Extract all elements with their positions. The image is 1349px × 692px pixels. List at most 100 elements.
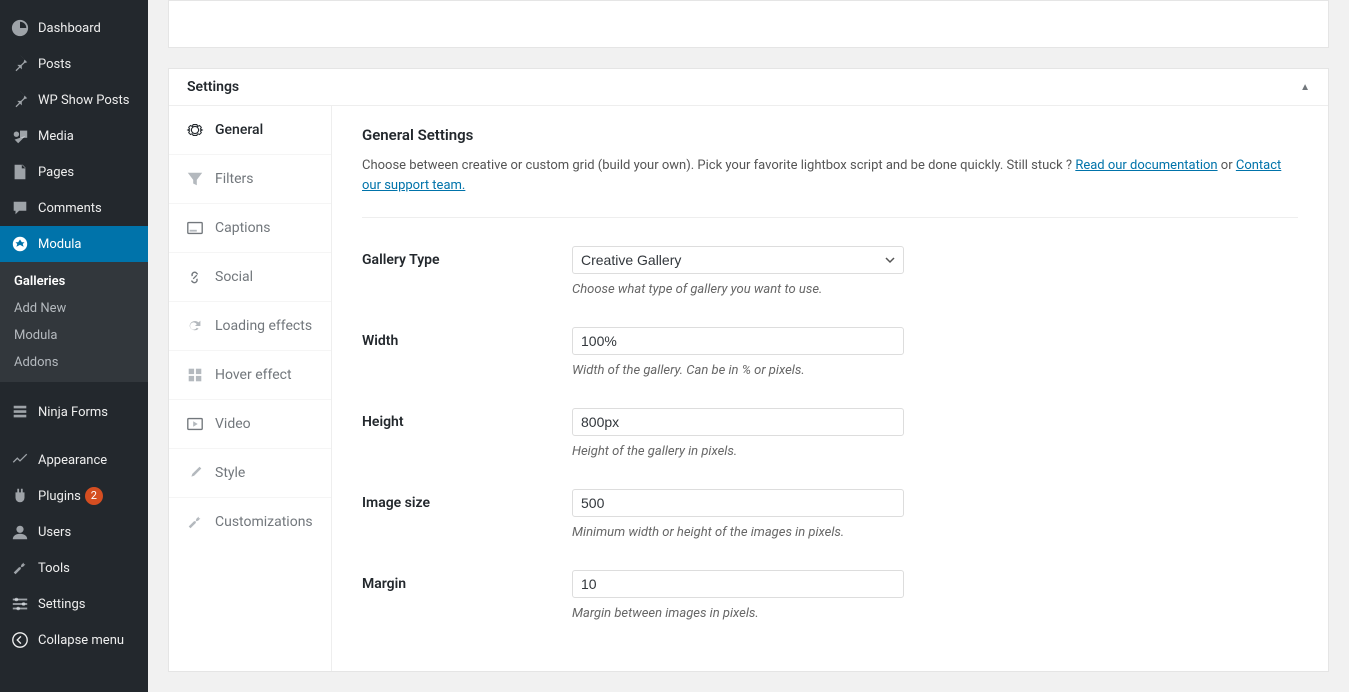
tab-label: Style [215,465,245,481]
link-icon [185,267,205,287]
sidebar-item-label: Settings [38,597,85,612]
settings-panel: Settings ▲ General Filters Captions [168,68,1329,672]
admin-sidebar: Dashboard Posts WP Show Posts Media Page… [0,0,148,692]
tab-label: General [215,122,263,138]
tab-filters[interactable]: Filters [169,155,331,204]
sidebar-item-comments[interactable]: Comments [0,190,148,226]
sidebar-item-label: Dashboard [38,21,101,36]
sidebar-item-media[interactable]: Media [0,118,148,154]
tab-label: Hover effect [215,367,292,383]
tab-captions[interactable]: Captions [169,204,331,253]
sidebar-subitem-add-new[interactable]: Add New [0,295,148,322]
height-hint: Height of the gallery in pixels. [572,444,1052,459]
caption-icon [185,218,205,238]
tab-loading-effects[interactable]: Loading effects [169,302,331,351]
sidebar-item-settings[interactable]: Settings [0,586,148,622]
refresh-icon [185,316,205,336]
sidebar-item-tools[interactable]: Tools [0,550,148,586]
sidebar-subitem-galleries[interactable]: Galleries [0,268,148,295]
plugins-update-badge: 2 [85,487,103,505]
sidebar-item-collapse[interactable]: Collapse menu [0,622,148,658]
sidebar-item-wp-show-posts[interactable]: WP Show Posts [0,82,148,118]
tab-label: Captions [215,220,271,236]
user-icon [10,522,30,542]
tab-social[interactable]: Social [169,253,331,302]
tools-icon [10,558,30,578]
margin-hint: Margin between images in pixels. [572,606,1052,621]
media-icon [10,126,30,146]
modula-icon [10,234,30,254]
height-input[interactable] [572,408,904,436]
panel-toggle-icon[interactable]: ▲ [1300,82,1310,93]
sidebar-item-appearance[interactable]: Appearance [0,442,148,478]
collapse-icon [10,630,30,650]
dashboard-icon [10,18,30,38]
tab-label: Customizations [215,514,313,530]
gallery-type-select[interactable]: Creative Gallery [572,246,904,274]
tab-label: Video [215,416,251,432]
image-size-label: Image size [362,489,572,540]
gear-icon [185,120,205,140]
form-area: General Settings Choose between creative… [332,106,1328,671]
panel-body: General Filters Captions Social [169,106,1328,671]
appearance-icon [10,450,30,470]
row-gallery-type: Gallery Type Creative Gallery Choose wha… [362,246,1298,297]
sidebar-item-label: Plugins [38,489,81,504]
comment-icon [10,198,30,218]
sidebar-item-label: Ninja Forms [38,405,108,420]
sidebar-subitem-addons[interactable]: Addons [0,349,148,376]
height-label: Height [362,408,572,459]
width-input[interactable] [572,327,904,355]
form-description: Choose between creative or custom grid (… [362,156,1298,195]
plugin-icon [10,486,30,506]
sidebar-subitem-modula[interactable]: Modula [0,322,148,349]
sidebar-item-pages[interactable]: Pages [0,154,148,190]
upper-panel-placeholder [168,0,1329,48]
image-size-input[interactable] [572,489,904,517]
read-docs-link[interactable]: Read our documentation [1075,158,1217,173]
image-size-hint: Minimum width or height of the images in… [572,525,1052,540]
panel-header[interactable]: Settings ▲ [169,69,1328,106]
sidebar-item-modula[interactable]: Modula [0,226,148,262]
form-icon [10,402,30,422]
tab-general[interactable]: General [169,106,331,155]
sidebar-item-label: Collapse menu [38,633,124,648]
sidebar-item-label: Appearance [38,453,107,468]
tab-video[interactable]: Video [169,400,331,449]
brush-icon [185,463,205,483]
sidebar-item-label: Media [38,129,74,144]
section-divider [362,217,1298,218]
pin-icon [10,54,30,74]
sidebar-item-users[interactable]: Users [0,514,148,550]
margin-input[interactable] [572,570,904,598]
play-icon [185,414,205,434]
sidebar-submenu: Galleries Add New Modula Addons [0,262,148,382]
gallery-type-label: Gallery Type [362,246,572,297]
page-icon [10,162,30,182]
settings-tabs: General Filters Captions Social [169,106,332,671]
sidebar-item-label: Tools [38,561,70,576]
tab-style[interactable]: Style [169,449,331,498]
sidebar-item-label: Users [38,525,71,540]
sidebar-item-ninja-forms[interactable]: Ninja Forms [0,394,148,430]
sidebar-item-posts[interactable]: Posts [0,46,148,82]
sidebar-item-plugins[interactable]: Plugins 2 [0,478,148,514]
tab-customizations[interactable]: Customizations [169,498,331,546]
pin-icon [10,90,30,110]
main-content: Settings ▲ General Filters Captions [148,0,1349,692]
width-label: Width [362,327,572,378]
sidebar-item-label: WP Show Posts [38,93,129,108]
gallery-type-hint: Choose what type of gallery you want to … [572,282,1052,297]
settings-icon [10,594,30,614]
sidebar-item-label: Pages [38,165,74,180]
sidebar-item-dashboard[interactable]: Dashboard [0,10,148,46]
tab-hover-effect[interactable]: Hover effect [169,351,331,400]
tab-label: Loading effects [215,318,312,334]
grid-icon [185,365,205,385]
row-margin: Margin Margin between images in pixels. [362,570,1298,621]
width-hint: Width of the gallery. Can be in % or pix… [572,363,1052,378]
form-title: General Settings [362,126,1298,144]
panel-title: Settings [187,79,239,95]
sidebar-item-label: Modula [38,237,82,252]
wrench-icon [185,512,205,532]
